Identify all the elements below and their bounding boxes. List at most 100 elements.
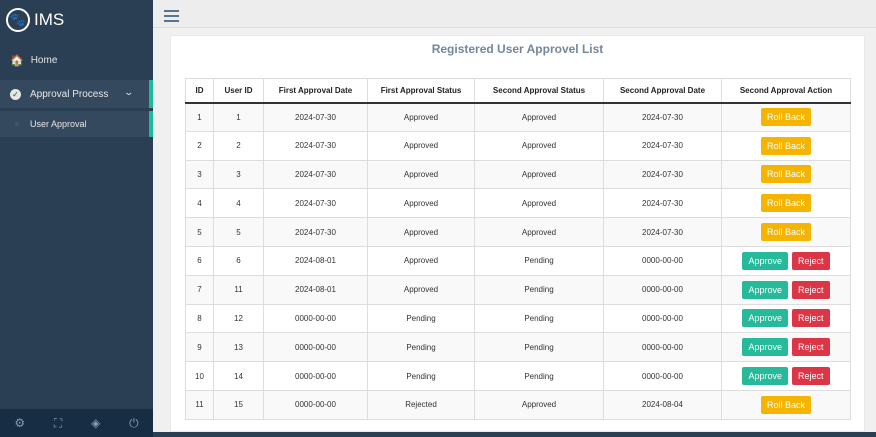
cell-second-status: Pending bbox=[474, 332, 604, 363]
cell-second-status: Approved bbox=[474, 389, 604, 420]
fullscreen-icon[interactable]: ⛶ bbox=[54, 416, 62, 431]
cell-second-status: Approved bbox=[474, 217, 604, 247]
sidebar-footer: ⚙ ⛶ ◈ ⏻ bbox=[0, 409, 153, 437]
cell-first-date: 2024-07-30 bbox=[263, 102, 368, 132]
table-row: 8 12 0000-00-00 Pending Pending 0000-00-00 App… bbox=[185, 303, 851, 334]
cell-actions: Approve Reject bbox=[721, 245, 851, 276]
cell-second-date: 0000-00-00 bbox=[603, 332, 722, 363]
cell-second-date: 0000-00-00 bbox=[603, 303, 722, 334]
cell-second-status: Approved bbox=[474, 130, 604, 161]
cell-second-status: Approved bbox=[474, 159, 604, 190]
roll-back-button[interactable]: Roll Back bbox=[760, 223, 811, 242]
cell-first-status: Pending bbox=[367, 361, 475, 391]
home-icon: 🏠 bbox=[10, 54, 24, 67]
cell-first-status: Approved bbox=[367, 188, 475, 219]
roll-back-button[interactable]: Roll Back bbox=[760, 136, 811, 155]
cell-user-id: 12 bbox=[213, 303, 264, 334]
cell-actions: Roll Back bbox=[721, 130, 851, 161]
reject-button[interactable]: Reject bbox=[792, 251, 830, 270]
cell-actions: Approve Reject bbox=[721, 332, 851, 363]
cell-first-date: 2024-07-30 bbox=[263, 217, 368, 247]
cell-first-status: Approved bbox=[367, 159, 475, 190]
cell-user-id: 15 bbox=[213, 389, 264, 420]
cell-actions: Approve Reject bbox=[721, 361, 851, 391]
eye-slash-icon[interactable]: ◈ bbox=[91, 416, 100, 430]
table-row: 4 4 2024-07-30 Approved Approved 2024-07-30 Ro… bbox=[185, 188, 851, 219]
bullet-icon bbox=[15, 122, 19, 126]
sidebar-item-label: Home bbox=[30, 54, 58, 66]
cell-first-status: Approved bbox=[367, 102, 475, 132]
cell-user-id: 5 bbox=[213, 217, 264, 247]
approve-button[interactable]: Approve bbox=[742, 338, 788, 357]
cell-second-date: 2024-07-30 bbox=[603, 188, 722, 219]
cell-id: 9 bbox=[185, 332, 214, 363]
cell-second-date: 0000-00-00 bbox=[603, 361, 722, 391]
brand[interactable]: 🐾 IMS bbox=[0, 0, 153, 40]
roll-back-button[interactable]: Roll Back bbox=[760, 108, 811, 127]
content-panel: Registered User Approvel List ID User ID… bbox=[170, 35, 865, 432]
approval-table: ID User ID First Approval Date First App… bbox=[185, 78, 851, 420]
column-header: Second Approval Status bbox=[474, 78, 604, 104]
cell-actions: Roll Back bbox=[721, 389, 851, 420]
approve-button[interactable]: Approve bbox=[742, 309, 788, 328]
column-header: ID bbox=[185, 78, 214, 104]
cell-user-id: 11 bbox=[213, 274, 264, 305]
approve-button[interactable]: Approve bbox=[742, 367, 788, 386]
approve-button[interactable]: Approve bbox=[742, 251, 788, 270]
cell-id: 8 bbox=[185, 303, 214, 334]
sidebar-item-approval-process[interactable]: ✓ Approval Process ⌄ bbox=[0, 80, 153, 108]
table-row: 5 5 2024-07-30 Approved Approved 2024-07-30 Ro… bbox=[185, 217, 851, 247]
table-row: 1 1 2024-07-30 Approved Approved 2024-07-30 Ro… bbox=[185, 102, 851, 132]
cell-first-status: Pending bbox=[367, 303, 475, 334]
reject-button[interactable]: Reject bbox=[792, 367, 830, 386]
roll-back-button[interactable]: Roll Back bbox=[760, 395, 811, 414]
gear-icon[interactable]: ⚙ bbox=[14, 416, 25, 430]
page-title: Registered User Approvel List bbox=[431, 42, 604, 56]
cell-second-status: Pending bbox=[474, 361, 604, 391]
cell-first-date: 0000-00-00 bbox=[263, 361, 368, 391]
sidebar-subitem-user-approval[interactable]: User Approval bbox=[0, 111, 153, 137]
cell-second-date: 0000-00-00 bbox=[603, 245, 722, 276]
cell-second-status: Approved bbox=[474, 188, 604, 219]
table-row: 9 13 0000-00-00 Pending Pending 0000-00-00 App… bbox=[185, 332, 851, 363]
cell-second-date: 2024-07-30 bbox=[603, 130, 722, 161]
top-nav bbox=[153, 0, 876, 28]
roll-back-button[interactable]: Roll Back bbox=[760, 165, 811, 184]
roll-back-button[interactable]: Roll Back bbox=[760, 194, 811, 213]
cell-first-date: 0000-00-00 bbox=[263, 389, 368, 420]
column-header: Second Approval Action bbox=[721, 78, 851, 104]
table-row: 10 14 0000-00-00 Pending Pending 0000-00-00 Ap… bbox=[185, 361, 851, 391]
sidebar: 🐾 IMS 🏠 Home ✓ Approval Process ⌄ User A… bbox=[0, 0, 153, 437]
power-icon[interactable]: ⏻ bbox=[129, 416, 139, 431]
reject-button[interactable]: Reject bbox=[792, 280, 830, 299]
cell-second-status: Pending bbox=[474, 274, 604, 305]
column-header: User ID bbox=[213, 78, 264, 104]
cell-first-status: Rejected bbox=[367, 389, 475, 420]
menu-toggle-icon[interactable] bbox=[164, 10, 179, 25]
reject-button[interactable]: Reject bbox=[792, 309, 830, 328]
check-circle-icon: ✓ bbox=[10, 88, 21, 100]
sidebar-item-home[interactable]: 🏠 Home bbox=[0, 50, 153, 70]
table-row: 3 3 2024-07-30 Approved Approved 2024-07-30 Ro… bbox=[185, 159, 851, 190]
paw-icon: 🐾 bbox=[6, 8, 30, 32]
cell-second-date: 2024-07-30 bbox=[603, 159, 722, 190]
cell-id: 5 bbox=[185, 217, 214, 247]
cell-second-status: Pending bbox=[474, 245, 604, 276]
cell-user-id: 4 bbox=[213, 188, 264, 219]
cell-first-date: 2024-07-30 bbox=[263, 130, 368, 161]
cell-id: 6 bbox=[185, 245, 214, 276]
cell-second-status: Approved bbox=[474, 102, 604, 132]
sidebar-subitem-label: User Approval bbox=[30, 119, 87, 129]
cell-user-id: 14 bbox=[213, 361, 264, 391]
cell-first-date: 0000-00-00 bbox=[263, 303, 368, 334]
cell-second-date: 0000-00-00 bbox=[603, 274, 722, 305]
column-header: First Approval Date bbox=[263, 78, 368, 104]
reject-button[interactable]: Reject bbox=[792, 338, 830, 357]
cell-user-id: 3 bbox=[213, 159, 264, 190]
app-title: IMS bbox=[34, 10, 65, 29]
cell-user-id: 6 bbox=[213, 245, 264, 276]
table-row: 6 6 2024-08-01 Approved Pending 0000-00-00 App… bbox=[185, 245, 851, 276]
approve-button[interactable]: Approve bbox=[742, 280, 788, 299]
cell-first-status: Approved bbox=[367, 130, 475, 161]
cell-first-date: 2024-07-30 bbox=[263, 159, 368, 190]
